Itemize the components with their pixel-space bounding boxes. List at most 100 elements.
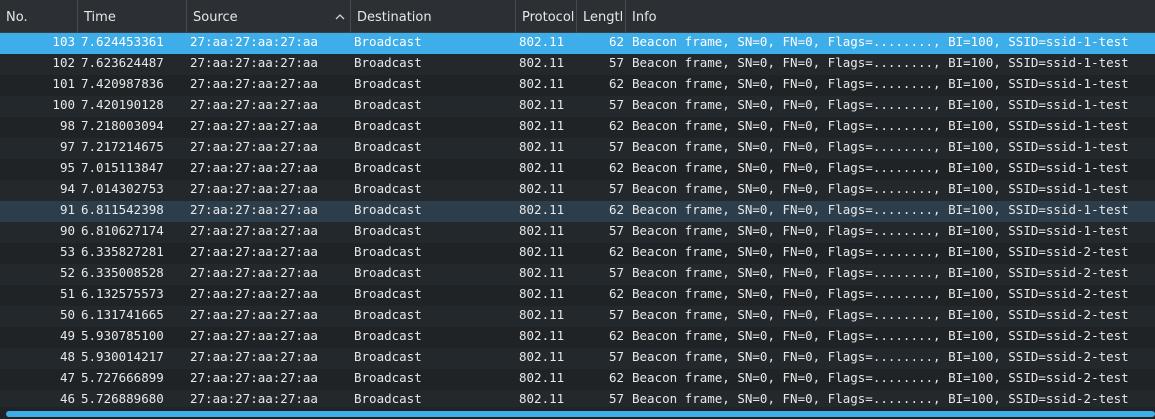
packet-info: Beacon frame, SN=0, FN=0, Flags=........… <box>632 118 1129 133</box>
packet-protocol: 802.11 <box>519 244 565 259</box>
packet-no: 90 <box>59 223 75 238</box>
packet-info: Beacon frame, SN=0, FN=0, Flags=........… <box>632 202 1129 217</box>
packet-protocol: 802.11 <box>519 370 565 385</box>
packet-row[interactable]: 50 6.131741665 27:aa:27:aa:27:aa Broadcast 8… <box>0 306 1155 327</box>
column-header-info[interactable]: Info <box>626 0 1155 33</box>
packet-protocol: 802.11 <box>519 34 565 49</box>
packet-no: 50 <box>59 307 75 322</box>
packet-time: 6.335008528 <box>81 265 164 280</box>
packet-row[interactable]: 90 6.810627174 27:aa:27:aa:27:aa Broadcast 8… <box>0 222 1155 243</box>
packet-length: 57 <box>608 55 624 70</box>
packet-row[interactable]: 101 7.420987836 27:aa:27:aa:27:aa Broadcast… <box>0 75 1155 96</box>
packet-source: 27:aa:27:aa:27:aa <box>190 160 318 175</box>
packet-no: 102 <box>52 55 75 70</box>
packet-protocol: 802.11 <box>519 265 565 280</box>
packet-protocol: 802.11 <box>519 76 565 91</box>
packet-destination: Broadcast <box>354 34 422 49</box>
packet-source: 27:aa:27:aa:27:aa <box>190 34 318 49</box>
packet-destination: Broadcast <box>354 76 422 91</box>
packet-length: 62 <box>608 328 624 343</box>
packet-row[interactable]: 47 5.727666899 27:aa:27:aa:27:aa Broadcast 8… <box>0 369 1155 390</box>
packet-row[interactable]: 98 7.218003094 27:aa:27:aa:27:aa Broadcast 8… <box>0 117 1155 138</box>
packet-source: 27:aa:27:aa:27:aa <box>190 307 318 322</box>
column-header-time-label: Time <box>84 10 116 25</box>
packet-protocol: 802.11 <box>519 118 565 133</box>
packet-time: 7.624453361 <box>81 34 164 49</box>
packet-row[interactable]: 100 7.420190128 27:aa:27:aa:27:aa Broadcast… <box>0 96 1155 117</box>
packet-source: 27:aa:27:aa:27:aa <box>190 76 318 91</box>
horizontal-scrollbar[interactable] <box>0 407 1155 419</box>
packet-row[interactable]: 102 7.623624487 27:aa:27:aa:27:aa Broadcast… <box>0 54 1155 75</box>
packet-time: 5.727666899 <box>81 370 164 385</box>
packet-destination: Broadcast <box>354 160 422 175</box>
column-header-no-label: No. <box>6 10 28 25</box>
packet-info: Beacon frame, SN=0, FN=0, Flags=........… <box>632 370 1129 385</box>
packet-source: 27:aa:27:aa:27:aa <box>190 139 318 154</box>
packet-length: 62 <box>608 370 624 385</box>
column-header-destination-label: Destination <box>357 10 432 25</box>
packet-row[interactable]: 94 7.014302753 27:aa:27:aa:27:aa Broadcast 8… <box>0 180 1155 201</box>
packet-destination: Broadcast <box>354 370 422 385</box>
packet-time: 6.335827281 <box>81 244 164 259</box>
packet-length: 57 <box>608 307 624 322</box>
column-header-length[interactable]: Lengtl <box>577 0 626 33</box>
packet-time: 7.014302753 <box>81 181 164 196</box>
packet-time: 5.930785100 <box>81 328 164 343</box>
column-header-length-label: Lengtl <box>583 10 624 25</box>
column-header-protocol[interactable]: Protocol <box>516 0 577 33</box>
packet-row[interactable]: 52 6.335008528 27:aa:27:aa:27:aa Broadcast 8… <box>0 264 1155 285</box>
packet-info: Beacon frame, SN=0, FN=0, Flags=........… <box>632 181 1129 196</box>
column-header-info-label: Info <box>632 10 657 25</box>
packet-length: 62 <box>608 76 624 91</box>
packet-protocol: 802.11 <box>519 181 565 196</box>
packet-time: 7.015113847 <box>81 160 164 175</box>
packet-info: Beacon frame, SN=0, FN=0, Flags=........… <box>632 244 1129 259</box>
packet-length: 57 <box>608 97 624 112</box>
packet-info: Beacon frame, SN=0, FN=0, Flags=........… <box>632 139 1129 154</box>
packet-length: 62 <box>608 286 624 301</box>
packet-no: 98 <box>59 118 75 133</box>
packet-no: 53 <box>59 244 75 259</box>
packet-length: 57 <box>608 139 624 154</box>
packet-source: 27:aa:27:aa:27:aa <box>190 370 318 385</box>
packet-row[interactable]: 51 6.132575573 27:aa:27:aa:27:aa Broadcast 8… <box>0 285 1155 306</box>
packet-row[interactable]: 103 7.624453361 27:aa:27:aa:27:aa Broadcast… <box>0 33 1155 54</box>
packet-destination: Broadcast <box>354 328 422 343</box>
packet-protocol: 802.11 <box>519 202 565 217</box>
column-header-no[interactable]: No. <box>0 0 78 33</box>
packet-length: 57 <box>608 223 624 238</box>
packet-destination: Broadcast <box>354 97 422 112</box>
packet-length: 62 <box>608 244 624 259</box>
packet-protocol: 802.11 <box>519 328 565 343</box>
column-header-destination[interactable]: Destination <box>351 0 516 33</box>
packet-source: 27:aa:27:aa:27:aa <box>190 244 318 259</box>
packet-row[interactable]: 53 6.335827281 27:aa:27:aa:27:aa Broadcast 8… <box>0 243 1155 264</box>
packet-info: Beacon frame, SN=0, FN=0, Flags=........… <box>632 328 1129 343</box>
packet-row[interactable]: 95 7.015113847 27:aa:27:aa:27:aa Broadcast 8… <box>0 159 1155 180</box>
packet-protocol: 802.11 <box>519 223 565 238</box>
packet-length: 62 <box>608 34 624 49</box>
packet-list[interactable]: No. Time Source Destination Protocol Len… <box>0 0 1155 419</box>
packet-source: 27:aa:27:aa:27:aa <box>190 328 318 343</box>
packet-row[interactable]: 49 5.930785100 27:aa:27:aa:27:aa Broadcast 8… <box>0 327 1155 348</box>
packet-protocol: 802.11 <box>519 55 565 70</box>
packet-protocol: 802.11 <box>519 307 565 322</box>
packet-protocol: 802.11 <box>519 160 565 175</box>
horizontal-scrollbar-thumb[interactable] <box>6 411 1155 417</box>
column-header: No. Time Source Destination Protocol Len… <box>0 0 1155 33</box>
packet-source: 27:aa:27:aa:27:aa <box>190 223 318 238</box>
packet-row[interactable]: 97 7.217214675 27:aa:27:aa:27:aa Broadcast 8… <box>0 138 1155 159</box>
packet-source: 27:aa:27:aa:27:aa <box>190 181 318 196</box>
packet-length: 62 <box>608 202 624 217</box>
chevron-up-icon <box>335 14 345 20</box>
packet-time: 7.420987836 <box>81 76 164 91</box>
packet-source: 27:aa:27:aa:27:aa <box>190 286 318 301</box>
packet-row[interactable]: 48 5.930014217 27:aa:27:aa:27:aa Broadcast 8… <box>0 348 1155 369</box>
column-header-time[interactable]: Time <box>78 0 187 33</box>
packet-destination: Broadcast <box>354 244 422 259</box>
packet-row[interactable]: 91 6.811542398 27:aa:27:aa:27:aa Broadcast 8… <box>0 201 1155 222</box>
packet-no: 47 <box>59 370 75 385</box>
packet-protocol: 802.11 <box>519 139 565 154</box>
column-header-source[interactable]: Source <box>187 0 351 33</box>
packet-no: 91 <box>59 202 75 217</box>
